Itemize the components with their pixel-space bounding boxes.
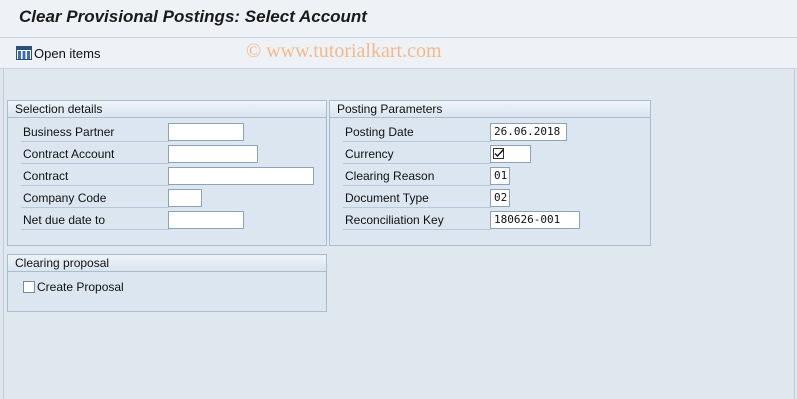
document-type-label: Document Type (345, 191, 429, 205)
clearing-reason-label: Clearing Reason (345, 169, 435, 183)
contract-label: Contract (23, 169, 69, 183)
reconciliation-key-input[interactable]: 180626-001 (490, 211, 580, 229)
contract-input[interactable] (168, 167, 314, 185)
divider (343, 207, 491, 208)
page-title: Clear Provisional Postings: Select Accou… (19, 7, 367, 26)
open-items-label: Open items (34, 45, 101, 61)
company-code-input[interactable] (168, 189, 202, 207)
divider (21, 163, 169, 164)
divider (343, 185, 491, 186)
clearing-proposal-group: Clearing proposal Create Proposal (7, 254, 327, 312)
create-proposal-checkbox[interactable] (23, 281, 35, 293)
watermark: © www.tutorialkart.com (246, 40, 442, 62)
divider (343, 163, 491, 164)
divider (343, 229, 491, 230)
document-type-input[interactable]: 02 (490, 189, 510, 207)
open-items-button[interactable]: Open items (16, 44, 100, 62)
divider (21, 141, 169, 142)
open-items-icon (16, 46, 32, 60)
divider (343, 141, 491, 142)
business-partner-label: Business Partner (23, 125, 115, 139)
selection-details-header: Selection details (8, 101, 326, 118)
posting-parameters-group: Posting Parameters Posting Date 26.06.20… (329, 100, 651, 246)
posting-parameters-header: Posting Parameters (330, 101, 650, 118)
contract-account-label: Contract Account (23, 147, 115, 161)
required-entry-icon (493, 148, 505, 159)
net-due-date-input[interactable] (168, 211, 244, 229)
posting-date-input[interactable]: 26.06.2018 (490, 123, 567, 141)
business-partner-input[interactable] (168, 123, 244, 141)
divider (21, 185, 169, 186)
currency-input[interactable] (490, 145, 531, 163)
contract-account-input[interactable] (168, 145, 258, 163)
posting-date-label: Posting Date (345, 125, 414, 139)
divider (21, 207, 169, 208)
currency-label: Currency (345, 147, 394, 161)
reconciliation-key-label: Reconciliation Key (345, 213, 444, 227)
title-bar: Clear Provisional Postings: Select Accou… (0, 0, 797, 38)
clearing-proposal-header: Clearing proposal (8, 255, 326, 272)
divider (21, 229, 169, 230)
net-due-date-label: Net due date to (23, 213, 106, 227)
clearing-reason-input[interactable]: 01 (490, 167, 510, 185)
create-proposal-label[interactable]: Create Proposal (37, 280, 124, 294)
company-code-label: Company Code (23, 191, 107, 205)
selection-details-group: Selection details Business Partner Contr… (7, 100, 327, 246)
application-toolbar: Open items © www.tutorialkart.com (0, 38, 797, 69)
